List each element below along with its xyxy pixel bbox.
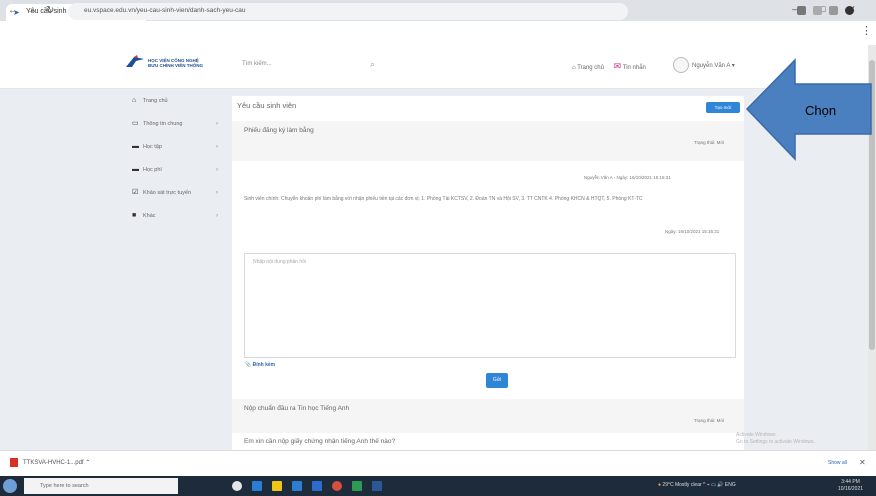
status-badge: Trạng thái: Mới [694,140,725,145]
sidebar-item-label: Trang chủ [143,98,168,104]
request-body: Sinh viên chính: Chuyển khoản phí làm bằ… [244,196,643,202]
reply-placeholder: Nhập nội dung phản hồi [253,259,307,265]
extension-icon[interactable] [797,6,806,15]
sidebar-item-fees[interactable]: ▬ Học phí › [124,159,224,182]
sidebar-item-label: Khảo sát trực tuyến [143,190,192,196]
user-name: Nguyễn Văn A [692,63,731,69]
system-tray[interactable]: ● 29°C Mostly clear ^ ⌁ ▭ 🔊 ENG [658,482,736,488]
edge-icon[interactable] [252,481,262,491]
store-icon[interactable] [292,481,302,491]
forward-icon[interactable]: → [27,5,37,16]
user-menu[interactable]: Nguyễn Văn A ▾ [692,62,735,69]
reload-icon[interactable]: ↻ [46,5,54,16]
downloads-bar: TTKSVA-HVHC-1...pdf ⌃ Show all ✕ [0,450,876,477]
taskbar: Type here to search ● 29°C Mostly clear … [0,476,876,496]
page-title: Yêu cầu sinh viên [237,101,297,110]
attach-label: Đính kèm [252,362,276,368]
home-icon: ⌂ [132,97,137,104]
browser-toolbar [0,21,876,46]
avatar[interactable] [673,57,689,73]
url-text: eu.vspace.edu.vn/yeu-cau-sinh-vien/danh-… [84,7,246,14]
home-nav-link[interactable]: Trang chủ [577,65,604,71]
clock[interactable]: 3:44 PM 10/16/2021 [838,479,863,493]
weather-icon: ● [658,482,662,488]
chrome-icon[interactable] [332,481,342,491]
reply-date: Ngày: 16/10/2021 15:16:31 [665,229,720,234]
chevron-icon: › [216,144,218,150]
money-icon: ▬ [132,166,139,173]
watermark-line1: Activate Windows [736,432,776,438]
card-icon: ▭ [132,120,139,127]
create-request-button[interactable]: Tạo mới [706,102,740,113]
chevron-icon: › [216,213,218,219]
tray-icons: ^ ⌁ ▭ 🔊 ENG [703,482,736,488]
request-title[interactable]: Phiếu đăng ký làm bằng [244,127,314,134]
sidebar-item-label: Học phí [143,167,162,173]
header-nav: ⌂ Trang chủ ✉ Tin nhắn [572,61,646,72]
weather-text: 29°C Mostly clear [662,482,702,488]
profile-icon[interactable] [845,6,854,15]
folder-icon: ■ [132,212,137,219]
pdf-icon [10,458,18,467]
request-body: Em xin cần nộp giấy chứng nhận tiếng Anh… [244,438,396,445]
check-icon: ☑ [132,189,139,196]
book-icon: ▬ [132,143,139,150]
download-filename: TTKSVA-HVHC-1...pdf [23,460,84,467]
mail-icon[interactable] [312,481,322,491]
chevron-down-icon: ▾ [731,63,735,69]
reply-textarea[interactable]: Nhập nội dung phản hồi [244,253,736,358]
notification-icon[interactable]: ✉ [614,61,622,71]
file-explorer-icon[interactable] [272,481,282,491]
home-nav-icon: ⌂ [572,65,576,71]
start-icon[interactable] [3,479,17,493]
send-button[interactable]: Gửi [486,373,508,388]
address-bar[interactable]: eu.vspace.edu.vn/yeu-cau-sinh-vien/danh-… [68,3,628,20]
message-nav-link[interactable]: Tin nhắn [623,65,646,71]
chevron-icon: › [216,167,218,173]
extensions-puzzle-icon[interactable] [829,6,838,15]
sidebar-item-label: Học tập [143,144,162,150]
request-author: Nguyễn Văn A - Ngày: 16/10/2021 15:16:31 [584,175,671,180]
sidebar-item-info[interactable]: ▭ Thông tin chung › [124,113,224,136]
chevron-icon: › [216,190,218,196]
excel-icon[interactable] [352,481,362,491]
sidebar-item-survey[interactable]: ☑ Khảo sát trực tuyến › [124,182,224,205]
status-badge: Trạng thái: Mới [694,418,725,423]
attach-link[interactable]: 📎 Đính kèm [245,362,275,368]
watermark-line2: Go to Settings to activate Windows. [736,439,815,445]
taskbar-search-text: Type here to search [40,483,89,489]
menu-kebab-icon[interactable]: ⋮ [861,24,872,37]
download-item[interactable]: TTKSVA-HVHC-1...pdf ⌃ [10,458,90,467]
word-icon[interactable] [372,481,382,491]
clock-time: 3:44 PM [841,479,860,485]
activate-windows-watermark: Activate Windows Go to Settings to activ… [736,432,815,446]
sidebar-item-label: Thông tin chung [143,121,183,127]
sidebar-item-home[interactable]: ⌂ Trang chủ [124,90,224,113]
paperclip-icon: 📎 [245,362,252,368]
bookmark-icon[interactable] [813,6,822,15]
request-title[interactable]: Nộp chuẩn đầu ra Tin học Tiếng Anh [244,405,349,412]
taskbar-search[interactable]: Type here to search [24,478,178,494]
sidebar-item-study[interactable]: ▬ Học tập › [124,136,224,159]
logo-line2: BƯU CHÍNH VIỄN THÔNG [148,63,203,68]
search-icon[interactable]: ⌕ [370,59,375,70]
chevron-icon: › [216,121,218,127]
close-downloads-icon[interactable]: ✕ [859,458,866,467]
sidebar-item-other[interactable]: ■ Khác › [124,205,224,228]
back-icon[interactable]: ← [8,5,18,16]
show-all-button[interactable]: Show all [828,460,847,466]
clock-date: 10/16/2021 [838,486,864,492]
logo-bird-icon[interactable] [125,55,145,69]
logo-text[interactable]: HỌC VIỆN CÔNG NGHỆ BƯU CHÍNH VIỄN THÔNG [148,58,203,68]
sidebar: ⌂ Trang chủ ▭ Thông tin chung › ▬ Học tậ… [124,90,224,228]
sidebar-item-label: Khác [143,213,156,219]
callout-label: Chọn [805,103,837,118]
task-view-icon[interactable] [232,481,242,491]
search-input[interactable]: Tìm kiếm... [242,61,362,67]
